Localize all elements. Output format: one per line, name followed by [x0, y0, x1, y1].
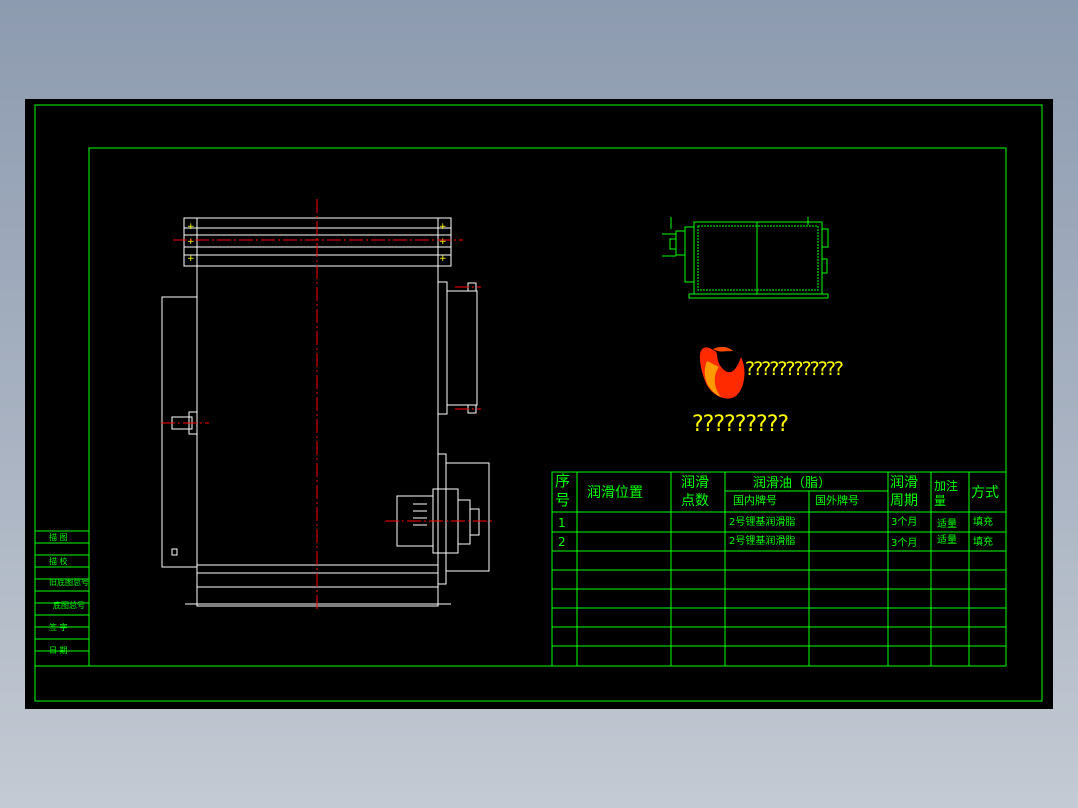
row-method: 填充: [973, 515, 993, 528]
logo-subtitle: ?????????: [692, 412, 788, 437]
lube-table-header: 序号 润滑位置 润滑点数 润滑油（脂） 国内牌号 国外牌号 润滑周期 加注量 方…: [555, 472, 999, 509]
side-label: 签 字: [49, 622, 68, 632]
row-method: 填充: [973, 535, 993, 548]
header-domestic: 国内牌号: [733, 493, 777, 507]
header-position: 润滑位置: [587, 484, 643, 501]
row-period: 3个月: [891, 537, 917, 549]
outer-frame: [34, 104, 1043, 702]
header-oil: 润滑油（脂）: [753, 476, 831, 491]
row-period: 3个月: [891, 516, 917, 528]
cad-drawing-sheet: 描 图 描 校 旧底图总号 底图总号 签 字 日 期 + + + + + + ?…: [25, 99, 1053, 709]
header-method: 方式: [971, 485, 999, 501]
machine-front-view: [161, 217, 490, 607]
logo-title: ????????????: [745, 358, 843, 380]
header-seq: 序号: [555, 472, 571, 509]
row-domestic: 2号锂基润滑脂: [729, 515, 795, 528]
svg-text:+: +: [439, 237, 447, 247]
svg-text:+: +: [187, 222, 195, 232]
svg-text:+: +: [187, 254, 195, 264]
header-period: 润滑周期: [890, 475, 918, 509]
side-label: 描 校: [49, 556, 68, 566]
header-amount: 加注量: [934, 479, 959, 508]
svg-text:+: +: [439, 222, 447, 232]
flame-tip-icon: [713, 346, 733, 352]
header-points: 润滑点数: [681, 475, 709, 509]
side-label: 底图总号: [53, 600, 85, 610]
row-amount: 适量: [937, 534, 957, 546]
side-label: 描 图: [49, 532, 68, 542]
drawing-svg: 描 图 描 校 旧底图总号 底图总号 签 字 日 期 +++ +++ ?????…: [34, 104, 1043, 702]
header-foreign: 国外牌号: [815, 493, 859, 507]
side-label-texts: 描 图 描 校 旧底图总号 底图总号 签 字 日 期: [49, 532, 89, 655]
company-logo: ???????????? ?????????: [692, 346, 845, 437]
row-domestic: 2号锂基润滑脂: [729, 534, 795, 547]
inner-frame: [88, 147, 1007, 667]
svg-text:+: +: [439, 254, 447, 264]
side-label: 旧底图总号: [49, 577, 89, 587]
top-view-drawing: [662, 217, 829, 299]
side-label: 日 期: [49, 646, 68, 655]
row-seq: 1: [558, 516, 566, 530]
svg-text:+: +: [187, 237, 195, 247]
row-amount: 适量: [937, 518, 957, 530]
row-seq: 2: [558, 535, 566, 549]
